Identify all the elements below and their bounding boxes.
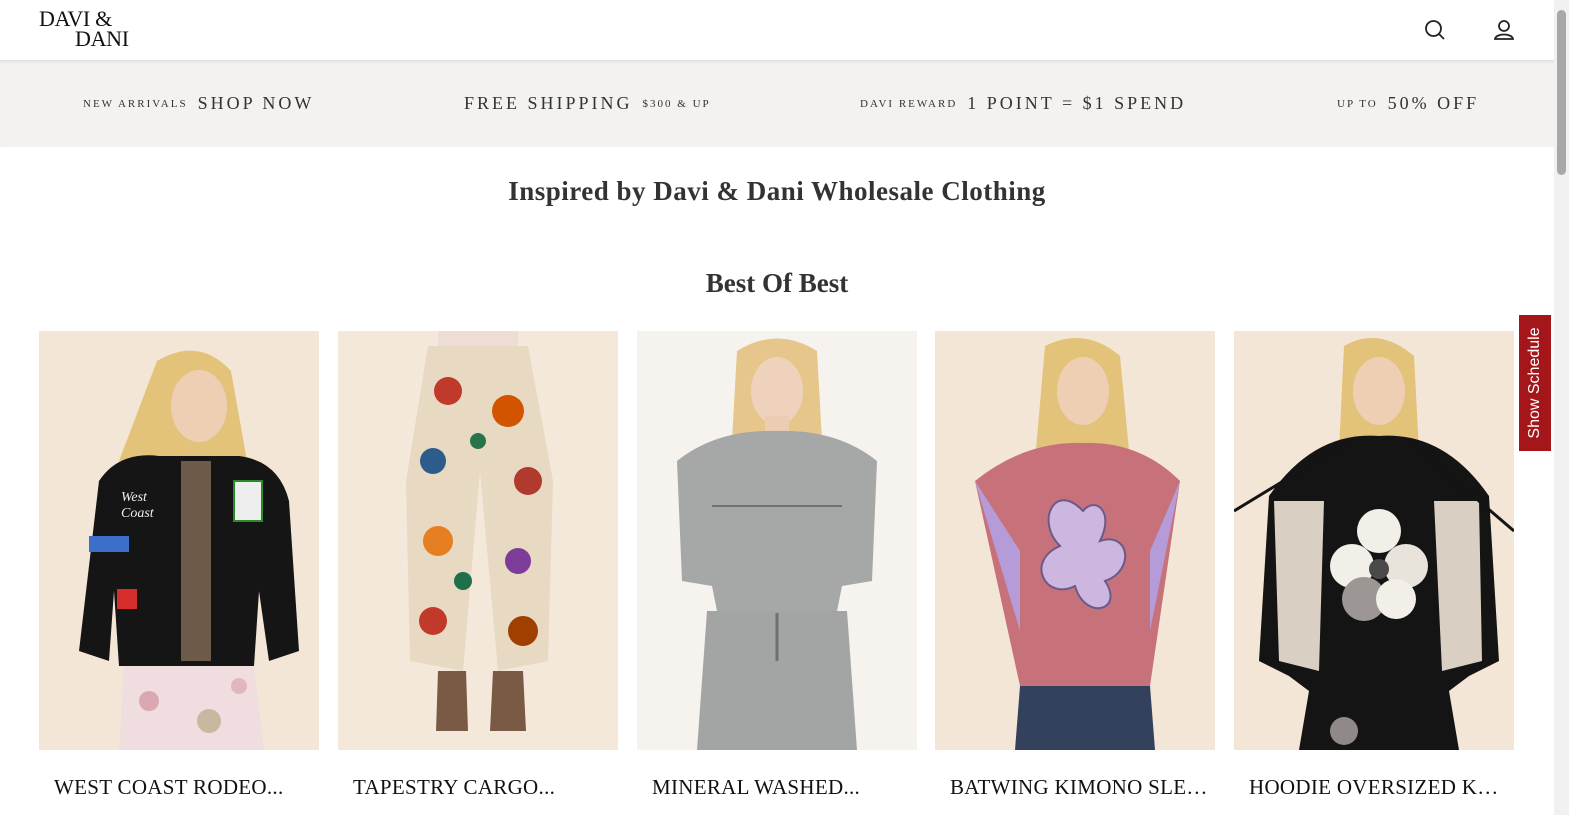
promo-label: $300 & UP [642, 97, 711, 110]
promo-value: 50% OFF [1387, 93, 1480, 113]
svg-text:West: West [121, 490, 148, 505]
promo-value: 1 POINT = $1 SPEND [967, 93, 1187, 113]
scrollbar[interactable] [1554, 0, 1569, 815]
page-subtitle: Inspired by Davi & Dani Wholesale Clothi… [508, 176, 1046, 206]
search-button[interactable] [1422, 17, 1448, 43]
product-name[interactable]: WEST COAST RODEO... [39, 775, 314, 800]
product-name[interactable]: HOODIE OVERSIZED KNNI... [1234, 775, 1509, 800]
promo-sale[interactable]: UP TO 50% OFF [1337, 60, 1479, 147]
user-icon [1493, 20, 1515, 40]
product-name[interactable]: TAPESTRY CARGO... [338, 775, 613, 800]
product-image[interactable] [338, 331, 618, 750]
promo-value: SHOP NOW [197, 93, 315, 113]
show-schedule-label: Show Schedule [1526, 327, 1543, 439]
product-card[interactable]: BATWING KIMONO SLEEV... [935, 331, 1215, 800]
product-image[interactable] [637, 331, 917, 750]
product-card[interactable]: TAPESTRY CARGO... [338, 331, 618, 800]
product-name[interactable]: MINERAL WASHED... [637, 775, 912, 800]
logo-line-2: DANI [75, 26, 129, 51]
promo-label: NEW ARRIVALS [83, 97, 188, 110]
product-image[interactable] [1234, 331, 1514, 750]
scrollbar-thumb[interactable] [1557, 10, 1566, 175]
search-icon [1425, 20, 1445, 40]
window-gutter [1569, 0, 1594, 815]
product-image[interactable] [935, 331, 1215, 750]
logo[interactable]: DAVI & DANI [39, 8, 129, 51]
promo-new-arrivals[interactable]: NEW ARRIVALS SHOP NOW [83, 60, 314, 147]
product-image[interactable]: West Coast [39, 331, 319, 750]
product-name[interactable]: BATWING KIMONO SLEEV... [935, 775, 1210, 800]
promo-davi-reward[interactable]: DAVI REWARD 1 POINT = $1 SPEND [860, 60, 1186, 147]
product-card[interactable]: West Coast WEST COAST RODEO... [39, 331, 319, 800]
promo-value: FREE SHIPPING [464, 93, 633, 113]
promo-label: UP TO [1337, 97, 1378, 110]
product-card[interactable]: HOODIE OVERSIZED KNNI... [1234, 331, 1514, 800]
site-header: DAVI & DANI [0, 0, 1578, 60]
promo-label: DAVI REWARD [860, 97, 958, 110]
section-title: Best Of Best [705, 268, 849, 298]
svg-text:Coast: Coast [121, 506, 155, 521]
show-schedule-tab[interactable]: Show Schedule [1519, 315, 1551, 451]
product-card[interactable]: MINERAL WASHED... [637, 331, 917, 800]
account-button[interactable] [1491, 17, 1517, 43]
promo-free-shipping[interactable]: FREE SHIPPING $300 & UP [464, 60, 711, 147]
promo-bar: NEW ARRIVALS SHOP NOW FREE SHIPPING $300… [0, 60, 1578, 147]
